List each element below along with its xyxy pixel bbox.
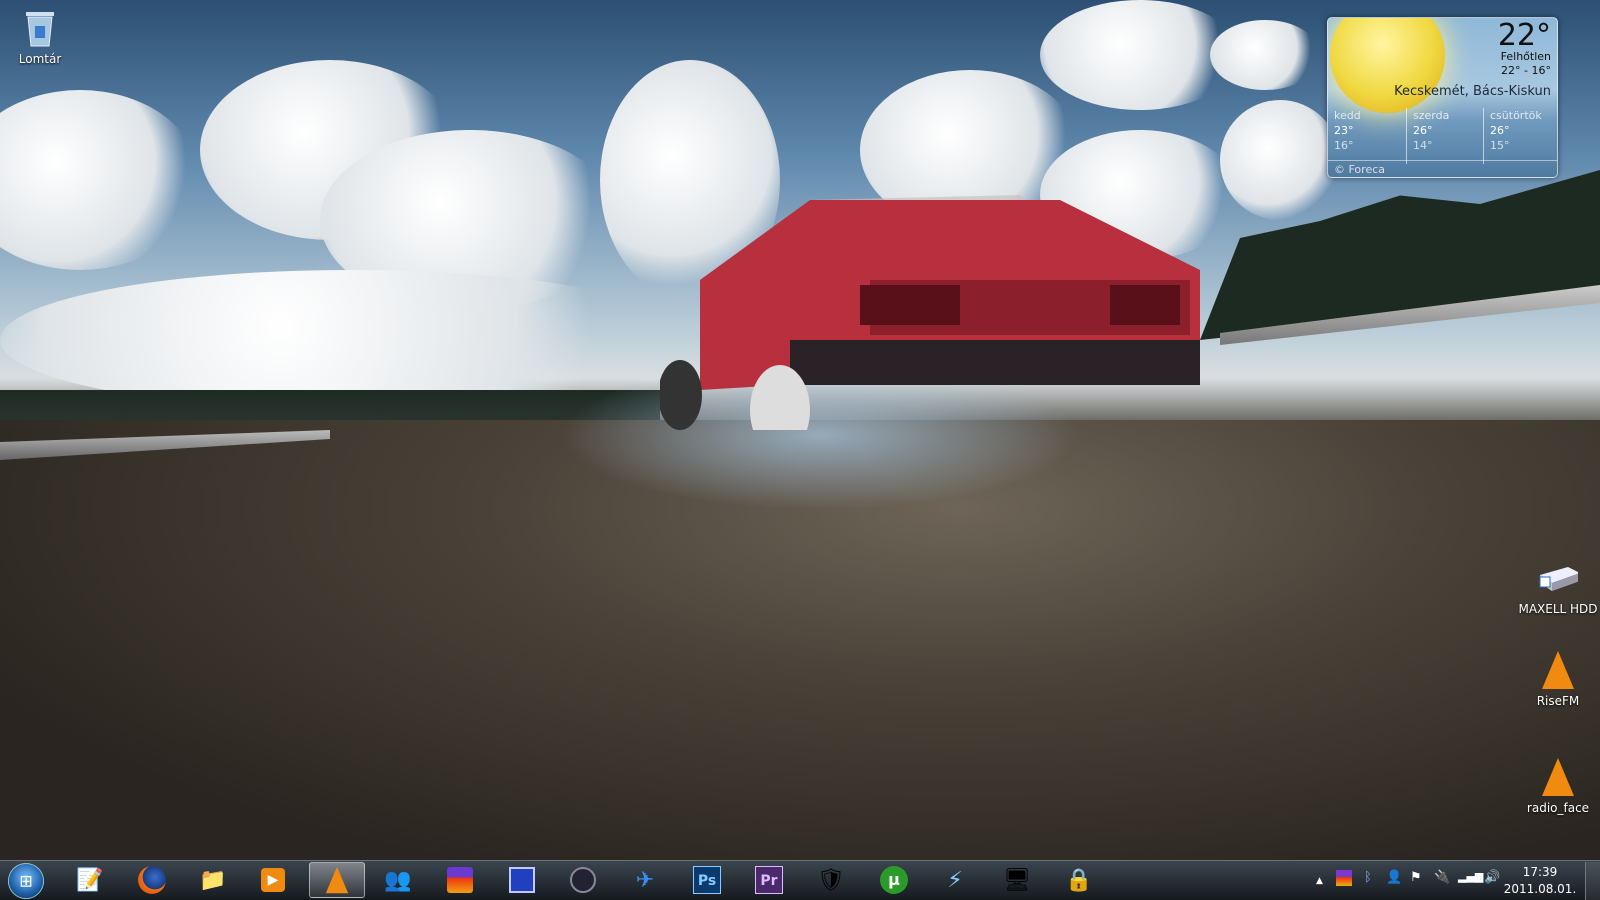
- taskbar-app-messenger-plus[interactable]: ✈: [617, 862, 673, 898]
- action-center-flag-icon[interactable]: ⚑: [1410, 870, 1422, 885]
- volume-icon[interactable]: 🔊: [1484, 870, 1500, 885]
- winamp-tray-icon[interactable]: [1336, 870, 1352, 886]
- taskbar-app-utorrent[interactable]: µ: [866, 862, 922, 898]
- monitor-icon: 🖥: [1003, 867, 1031, 893]
- daemon-tools-icon: ⚡: [947, 867, 963, 893]
- show-desktop-button[interactable]: [1585, 862, 1600, 900]
- red-car: [660, 195, 1200, 430]
- desktop-icon-maxell-hdd[interactable]: MAXELL HDD: [1518, 558, 1598, 616]
- firefox-icon: [138, 866, 166, 894]
- weather-location: Kecskemét, Bács-Kiskun: [1394, 84, 1551, 99]
- media-player-icon: ▶: [261, 868, 285, 892]
- taskbar-app-network[interactable]: 🛡: [803, 862, 859, 898]
- taskbar-app-save[interactable]: [494, 862, 550, 898]
- taskbar-app-media-player[interactable]: ▶: [245, 862, 301, 898]
- network-signal-icon[interactable]: ▂▄▆: [1458, 870, 1483, 883]
- clock-date: 2011.08.01.: [1503, 882, 1577, 896]
- taskbar-app-notepad[interactable]: 📝: [62, 862, 118, 898]
- desktop-icon-label: radio_face: [1526, 801, 1590, 815]
- recycle-bin-icon: [20, 8, 60, 48]
- forecast-day: kedd 23° 16°: [1334, 109, 1361, 152]
- external-drive-icon: [1538, 558, 1578, 598]
- taskbar-app-firefox[interactable]: [124, 862, 180, 898]
- taskbar-app-winamp[interactable]: [432, 862, 488, 898]
- taskbar-app-security[interactable]: 🔒: [1051, 862, 1107, 898]
- messenger-status-icon[interactable]: 👤: [1386, 870, 1402, 885]
- taskbar-app-photoshop[interactable]: Ps: [679, 862, 735, 898]
- lock-icon: 🔒: [1065, 867, 1093, 893]
- bluetooth-icon[interactable]: ᛒ: [1364, 870, 1372, 885]
- taskbar-app-monitor[interactable]: 🖥: [989, 862, 1045, 898]
- taskbar-app-vlc[interactable]: [309, 862, 365, 898]
- temperature-range: 22° - 16°: [1501, 64, 1551, 77]
- desktop-icon-label: RiseFM: [1536, 694, 1580, 708]
- taskbar-app-explorer[interactable]: 📁: [185, 862, 241, 898]
- weather-credit-link[interactable]: © Foreca: [1328, 160, 1557, 177]
- winamp-icon: [447, 867, 473, 893]
- weather-condition: Felhőtlen: [1500, 50, 1551, 63]
- taskbar-app-daemon-tools[interactable]: ⚡: [927, 862, 983, 898]
- desktop-icon-label: MAXELL HDD: [1518, 602, 1598, 616]
- desktop-icon-label: Lomtár: [18, 52, 62, 66]
- show-hidden-icons-button[interactable]: ▲: [1316, 876, 1323, 886]
- forecast-day: szerda 26° 14°: [1406, 108, 1482, 164]
- taskbar-app-steam[interactable]: [555, 862, 611, 898]
- messenger-plus-icon: ✈: [635, 867, 655, 893]
- notepad-icon: 📝: [76, 867, 104, 893]
- windows-logo-icon: ⊞: [19, 871, 33, 890]
- clock[interactable]: 17:39 2011.08.01.: [1500, 864, 1580, 898]
- current-temperature: 22°: [1497, 18, 1551, 53]
- network-shield-icon: 🛡: [817, 867, 845, 893]
- power-plug-icon[interactable]: 🔌: [1434, 870, 1450, 885]
- folder-icon: 📁: [199, 867, 227, 893]
- weather-gadget[interactable]: 22° Felhőtlen 22° - 16° Kecskemét, Bács-…: [1327, 17, 1558, 178]
- taskbar-app-messenger[interactable]: 👥: [370, 862, 426, 898]
- premiere-icon: Pr: [755, 866, 783, 894]
- taskbar-app-premiere[interactable]: Pr: [741, 862, 797, 898]
- forecast-day: csütörtök 26° 15°: [1483, 108, 1557, 164]
- steam-icon: [570, 867, 596, 893]
- vlc-cone-icon: [1538, 757, 1578, 797]
- utorrent-icon: µ: [880, 866, 908, 894]
- desktop-icon-recycle-bin[interactable]: Lomtár: [0, 8, 80, 66]
- vlc-cone-icon: [325, 866, 349, 894]
- photoshop-icon: Ps: [693, 866, 721, 894]
- messenger-icon: 👥: [384, 867, 412, 893]
- clock-time: 17:39: [1522, 865, 1558, 879]
- desktop-icon-risefm[interactable]: RiseFM: [1518, 650, 1598, 708]
- desktop-icon-radio-face[interactable]: radio_face: [1518, 757, 1598, 815]
- floppy-disk-icon: [509, 867, 535, 893]
- start-button[interactable]: ⊞: [8, 862, 44, 899]
- vlc-cone-icon: [1538, 650, 1578, 690]
